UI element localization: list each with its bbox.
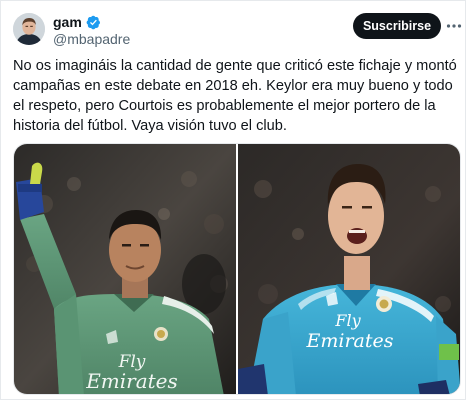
tweet-text: No os imagináis la cantidad de gente que… [13,58,457,134]
tweet-media[interactable]: Fly Emirates Fly Emirates [13,143,461,395]
left-kit-text-line2: Emirates [85,369,178,393]
media-photo-left[interactable]: Fly Emirates [14,144,236,394]
avatar[interactable] [13,13,45,45]
subscribe-button[interactable]: Suscribirse [353,13,441,39]
goalkeeper-green-photo: Fly Emirates [14,144,236,394]
verified-badge-icon [86,15,100,29]
author-handle[interactable]: @mbapadre [53,31,130,47]
author-display-name[interactable]: gam [53,14,82,30]
avatar-portrait [13,13,45,45]
goalkeeper-blue-photo: Fly Emirates [238,144,460,394]
tweet-card[interactable]: gam @mbapadre Suscribirse No os imaginái… [0,0,466,400]
media-photo-right[interactable]: Fly Emirates [238,144,460,394]
more-options-icon[interactable] [445,17,463,35]
author-name-row: gam [53,14,101,30]
right-kit-text-line1: Fly [334,311,361,330]
right-kit-text-line2: Emirates [305,330,393,352]
